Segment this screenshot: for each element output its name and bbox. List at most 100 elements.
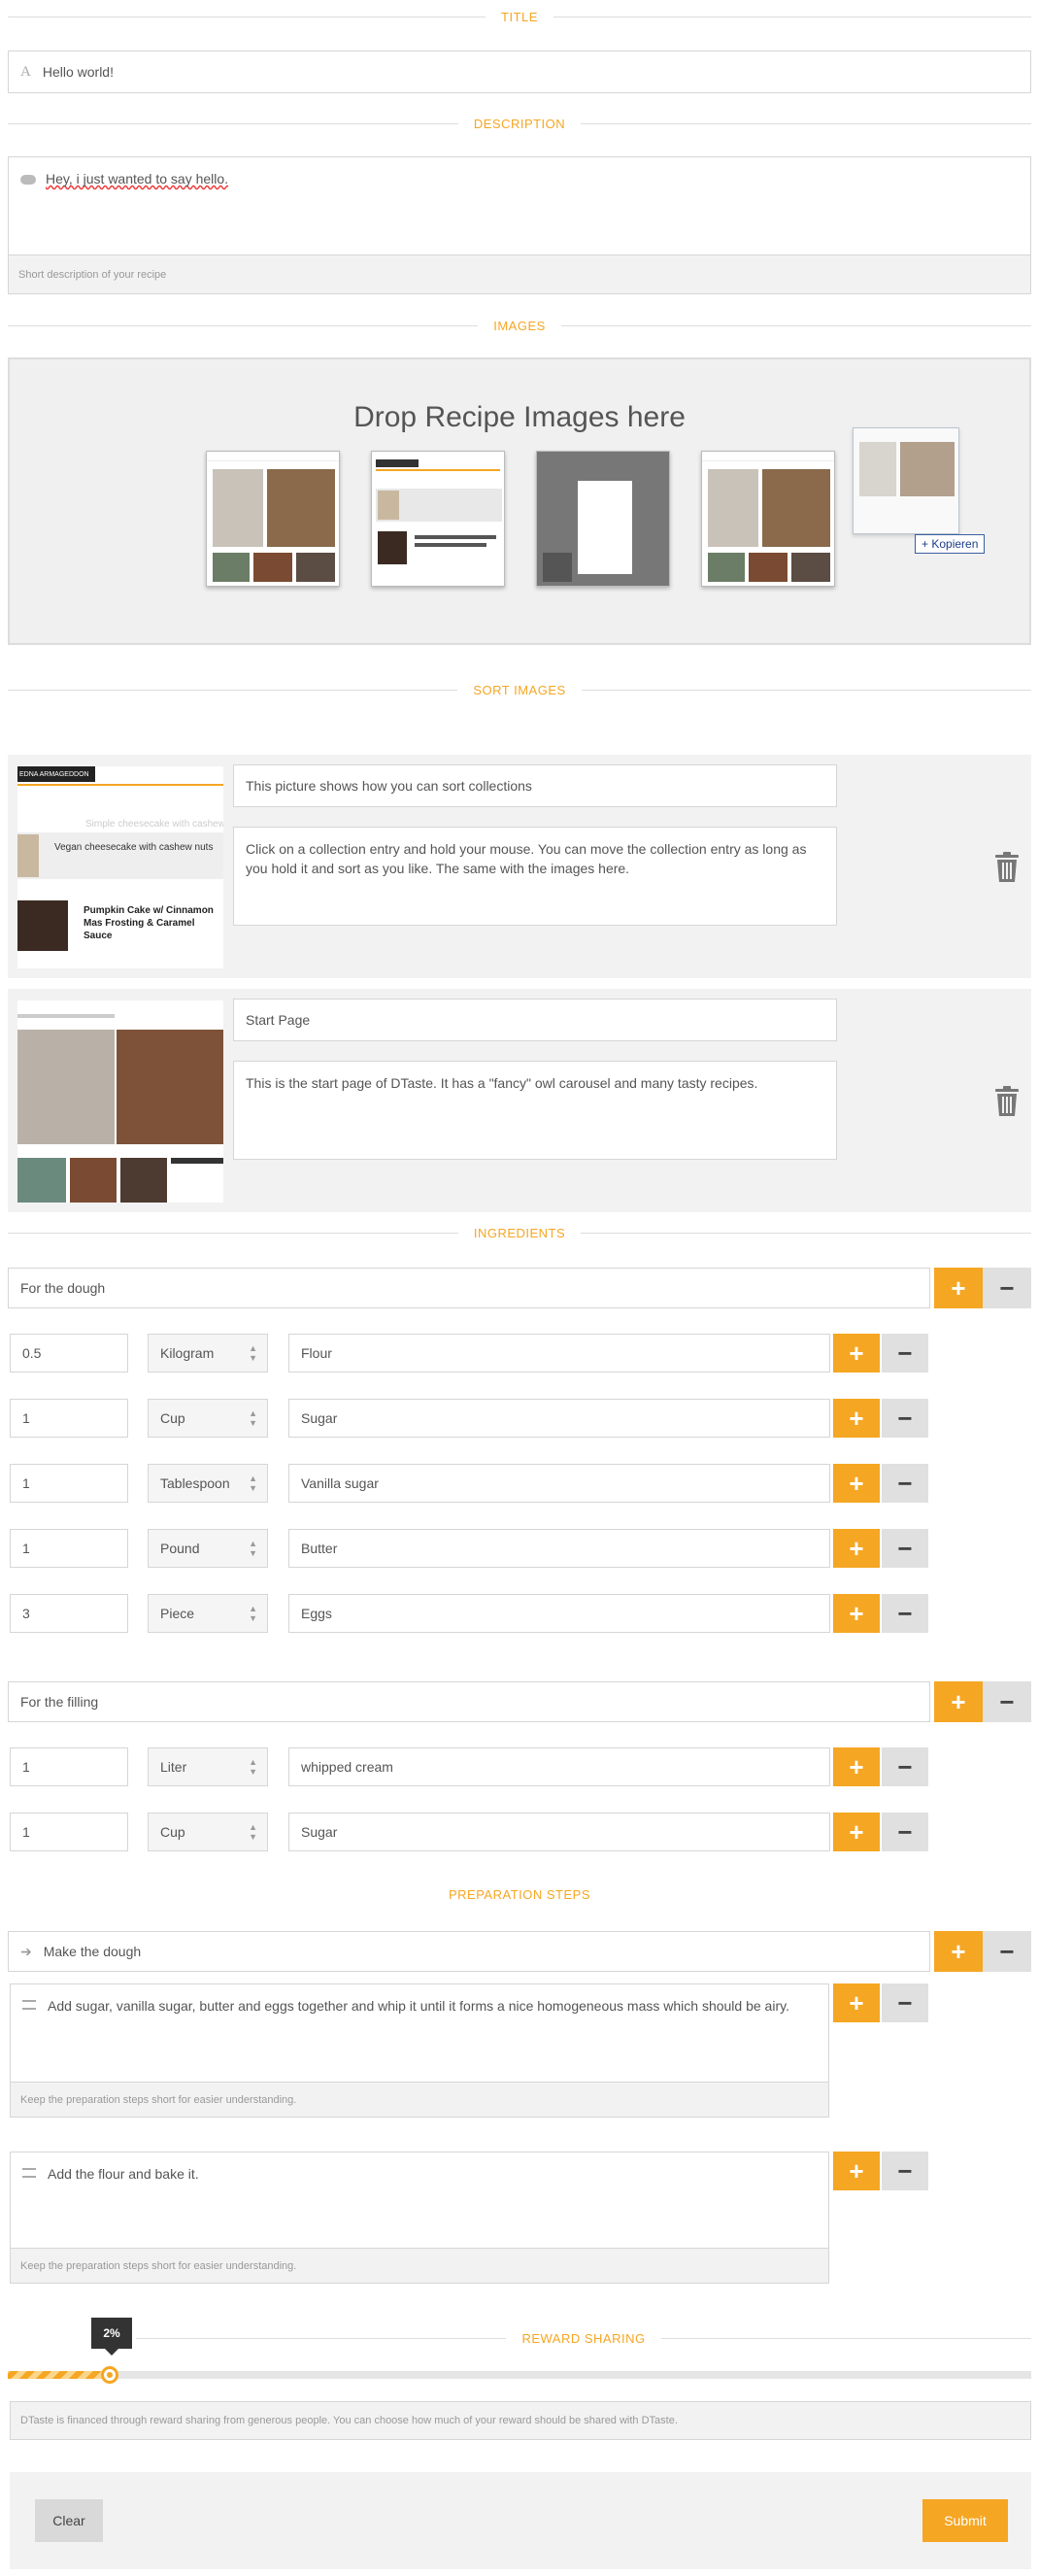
add-ingredient-button[interactable]: + — [833, 1464, 880, 1503]
step-textarea[interactable]: Add sugar, vanilla sugar, butter and egg… — [10, 1983, 829, 2083]
unit-select[interactable]: Pound ▲ ▼ — [148, 1529, 268, 1568]
unit-select[interactable]: Piece ▲ ▼ — [148, 1594, 268, 1633]
dragging-image-thumb[interactable] — [853, 427, 959, 534]
ingredient-name-input[interactable]: Vanilla sugar — [288, 1464, 830, 1503]
step-value: Add the flour and bake it. — [48, 2166, 199, 2182]
recipe-image-thumb[interactable] — [371, 451, 505, 587]
remove-step-button[interactable]: − — [882, 1983, 928, 2022]
thumb-item: Vegan cheesecake with cashew nuts — [54, 842, 214, 853]
amount-input[interactable]: 1 — [10, 1813, 128, 1851]
ingredient-name-input[interactable]: Sugar — [288, 1399, 830, 1438]
submit-button[interactable]: Submit — [922, 2499, 1008, 2542]
trash-icon[interactable] — [994, 852, 1020, 883]
image-dropzone[interactable]: Drop Recipe Images here + Kopieren — [8, 357, 1031, 645]
add-group-button[interactable]: + — [934, 1681, 983, 1722]
menu-lines-icon — [22, 2000, 36, 2010]
remove-ingredient-button[interactable]: − — [882, 1334, 928, 1373]
section-label: REWARD SHARING — [521, 2330, 646, 2346]
remove-ingredient-button[interactable]: − — [882, 1747, 928, 1786]
unit-value: Piece — [160, 1606, 195, 1621]
add-ingredient-button[interactable]: + — [833, 1529, 880, 1568]
remove-ingredient-button[interactable]: − — [882, 1464, 928, 1503]
unit-select[interactable]: Cup ▲ ▼ — [148, 1399, 268, 1438]
form-actions: Clear Submit — [10, 2472, 1031, 2569]
updown-icon: ▲ ▼ — [249, 1343, 257, 1363]
step-hint: Keep the preparation steps short for eas… — [10, 2083, 829, 2118]
sort-item-description-textarea[interactable]: Click on a collection entry and hold you… — [233, 827, 837, 926]
sort-item-title-value: Start Page — [246, 1012, 311, 1028]
remove-ingredient-button[interactable]: − — [882, 1399, 928, 1438]
updown-icon: ▲ ▼ — [249, 1474, 257, 1493]
recipe-image-thumb[interactable] — [536, 451, 670, 587]
font-icon: A — [20, 63, 31, 80]
comment-icon — [20, 175, 36, 186]
recipe-image-thumb[interactable] — [206, 451, 340, 587]
amount-input[interactable]: 3 — [10, 1594, 128, 1633]
ingredient-name-input[interactable]: Sugar — [288, 1813, 830, 1851]
ingredient-name-input[interactable]: whipped cream — [288, 1747, 830, 1786]
amount-input[interactable]: 1 — [10, 1399, 128, 1438]
clear-button[interactable]: Clear — [35, 2499, 103, 2542]
sort-item[interactable]: Start Page This is the start page of DTa… — [8, 989, 1031, 1212]
ingredient-name-input[interactable]: Flour — [288, 1334, 830, 1373]
unit-value: Cup — [160, 1410, 185, 1426]
reward-slider-fill — [8, 2371, 111, 2379]
updown-icon: ▲ ▼ — [249, 1822, 257, 1842]
unit-select[interactable]: Kilogram ▲ ▼ — [148, 1334, 268, 1373]
step-group-value: Make the dough — [43, 1944, 142, 1959]
add-group-button[interactable]: + — [934, 1268, 983, 1308]
amount-input[interactable]: 0.5 — [10, 1334, 128, 1373]
add-ingredient-button[interactable]: + — [833, 1334, 880, 1373]
sort-item[interactable]: EDNA ARMAGEDDON Simple cheesecake with c… — [8, 755, 1031, 978]
add-step-group-button[interactable]: + — [934, 1931, 983, 1972]
step-textarea[interactable]: Add the flour and bake it. — [10, 2152, 829, 2249]
remove-step-button[interactable]: − — [882, 2152, 928, 2190]
sort-item-description-textarea[interactable]: This is the start page of DTaste. It has… — [233, 1061, 837, 1160]
remove-group-button[interactable]: − — [983, 1681, 1031, 1722]
trash-icon[interactable] — [994, 1086, 1020, 1117]
remove-ingredient-button[interactable]: − — [882, 1813, 928, 1851]
section-label: TITLE — [501, 9, 538, 24]
thumb-item: Simple cheesecake with cashew — [85, 819, 223, 830]
add-ingredient-button[interactable]: + — [833, 1813, 880, 1851]
amount-input[interactable]: 1 — [10, 1747, 128, 1786]
title-input[interactable]: A Hello world! — [8, 51, 1031, 93]
unit-value: Liter — [160, 1759, 187, 1775]
unit-select[interactable]: Liter ▲ ▼ — [148, 1747, 268, 1786]
ingredient-group-input[interactable]: For the filling — [8, 1681, 930, 1722]
unit-value: Kilogram — [160, 1345, 215, 1361]
ingredient-name-input[interactable]: Butter — [288, 1529, 830, 1568]
step-hint: Keep the preparation steps short for eas… — [10, 2249, 829, 2284]
ingredient-name-input[interactable]: Eggs — [288, 1594, 830, 1633]
add-step-button[interactable]: + — [833, 1983, 880, 2022]
amount-input[interactable]: 1 — [10, 1529, 128, 1568]
sort-item-title-input[interactable]: Start Page — [233, 999, 837, 1041]
reward-slider-handle[interactable] — [101, 2366, 119, 2384]
description-textarea[interactable]: Hey, i just wanted to say hello. — [8, 156, 1031, 255]
remove-group-button[interactable]: − — [983, 1268, 1031, 1308]
reward-slider-track[interactable] — [8, 2371, 1031, 2379]
step-value: Add sugar, vanilla sugar, butter and egg… — [48, 1998, 789, 2014]
unit-select[interactable]: Tablespoon ▲ ▼ — [148, 1464, 268, 1503]
add-ingredient-button[interactable]: + — [833, 1399, 880, 1438]
section-label: SORT IMAGES — [473, 682, 566, 697]
remove-ingredient-button[interactable]: − — [882, 1529, 928, 1568]
updown-icon: ▲ ▼ — [249, 1604, 257, 1623]
recipe-image-thumb[interactable] — [701, 451, 835, 587]
sort-item-title-value: This picture shows how you can sort coll… — [246, 778, 532, 794]
ingredient-group-input[interactable]: For the dough — [8, 1268, 930, 1308]
section-divider-ingredients: INGREDIENTS — [8, 1223, 1031, 1242]
remove-step-group-button[interactable]: − — [983, 1931, 1031, 1972]
unit-value: Cup — [160, 1824, 185, 1840]
unit-select[interactable]: Cup ▲ ▼ — [148, 1813, 268, 1851]
add-ingredient-button[interactable]: + — [833, 1594, 880, 1633]
menu-lines-icon — [22, 2168, 36, 2178]
sort-item-title-input[interactable]: This picture shows how you can sort coll… — [233, 764, 837, 807]
section-label: IMAGES — [493, 318, 546, 333]
step-group-input[interactable]: ➔ Make the dough — [8, 1931, 930, 1972]
add-ingredient-button[interactable]: + — [833, 1747, 880, 1786]
remove-ingredient-button[interactable]: − — [882, 1594, 928, 1633]
updown-icon: ▲ ▼ — [249, 1539, 257, 1558]
amount-input[interactable]: 1 — [10, 1464, 128, 1503]
add-step-button[interactable]: + — [833, 2152, 880, 2190]
